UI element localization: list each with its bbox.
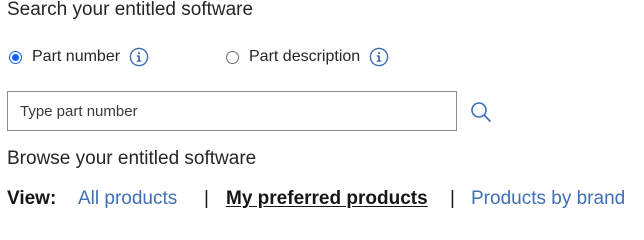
browse-heading: Browse your entitled software — [7, 148, 257, 169]
view-link-my-preferred-products[interactable]: My preferred products — [226, 187, 428, 211]
radio-part-number[interactable]: Part number — [9, 44, 149, 70]
view-separator: | — [204, 188, 209, 209]
search-row — [7, 91, 491, 131]
radio-part-description-button[interactable] — [226, 50, 239, 64]
radio-part-description[interactable]: Part description — [226, 44, 389, 70]
search-heading: Search your entitled software — [7, 0, 254, 20]
info-icon[interactable] — [129, 47, 149, 67]
search-type-radio-group: Part number Part description — [9, 44, 439, 70]
view-link-all-products[interactable]: All products — [78, 187, 177, 211]
radio-part-description-label: Part description — [249, 48, 361, 65]
radio-part-number-button[interactable] — [9, 50, 22, 64]
info-icon[interactable] — [369, 47, 389, 67]
search-button[interactable] — [466, 97, 496, 127]
part-number-search-input[interactable] — [7, 91, 457, 131]
radio-part-number-label: Part number — [32, 48, 121, 65]
view-link-products-by-brand[interactable]: Products by brand — [471, 187, 625, 211]
view-label: View: — [7, 188, 57, 209]
view-filter-row: View: All products | My preferred produc… — [7, 187, 643, 211]
search-icon — [471, 102, 491, 122]
view-separator: | — [450, 188, 455, 209]
